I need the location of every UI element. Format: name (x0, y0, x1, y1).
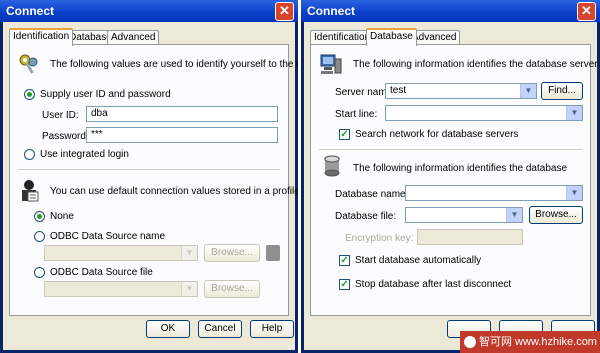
intro-text: The following values are used to identif… (50, 59, 298, 70)
userid-input[interactable]: dba (86, 106, 278, 122)
integrated-login-label: Use integrated login (40, 149, 129, 160)
database-icon (324, 155, 340, 177)
search-network-label: Search network for database servers (355, 129, 519, 140)
server-icon (320, 54, 342, 74)
search-network-checkbox[interactable]: ✓ (339, 129, 350, 140)
profile-icon (22, 180, 39, 202)
watermark-banner: 智可网 www.hzhike.com (460, 331, 600, 353)
start-auto-checkbox[interactable]: ✓ (339, 255, 350, 266)
help-button[interactable]: Help (250, 320, 294, 338)
tab-identification[interactable]: Identification (310, 30, 375, 45)
watermark-logo-icon (464, 336, 476, 349)
tab-panel: The following information identifies the… (310, 44, 598, 316)
dialog-client: Identification Database Advanced The fol… (304, 22, 598, 350)
odbc-name-radio[interactable] (34, 231, 45, 242)
db-file-label: Database file: (335, 211, 397, 222)
browse-odbc-file-button[interactable]: Browse... (204, 280, 260, 298)
dropdown-icon[interactable]: ▼ (566, 106, 582, 120)
dropdown-icon[interactable]: ▼ (181, 282, 197, 296)
start-auto-label: Start database automatically (355, 255, 482, 266)
start-line-combo[interactable]: ▼ (385, 105, 583, 121)
tab-panel: The following values are used to identif… (9, 44, 298, 316)
db-name-label: Database name: (335, 189, 409, 200)
server-name-value: test (390, 85, 407, 96)
dialog-client: Identification Database Advanced The fol… (3, 22, 298, 350)
gray-button-icon[interactable] (266, 245, 280, 261)
none-radio[interactable] (34, 211, 45, 222)
tab-advanced[interactable]: Advanced (107, 30, 160, 45)
userid-label: User ID: (42, 110, 79, 121)
watermark-text: 智可网 www.hzhike.com (479, 336, 597, 348)
db-file-combo[interactable]: ▼ (405, 207, 523, 223)
odbc-file-radio[interactable] (34, 267, 45, 278)
odbc-name-combo[interactable]: ▼ (44, 245, 198, 261)
supply-userid-label: Supply user ID and password (40, 89, 171, 100)
find-button[interactable]: Find... (541, 82, 583, 100)
cancel-button[interactable]: Cancel (198, 320, 242, 338)
integrated-login-radio[interactable] (24, 149, 35, 160)
server-name-combo[interactable]: test ▼ (385, 83, 537, 99)
stop-disconnect-checkbox[interactable]: ✓ (339, 279, 350, 290)
password-label: Password: (42, 131, 89, 142)
password-input[interactable]: *** (86, 127, 278, 143)
dialog-title: Connect (307, 4, 355, 18)
ok-button[interactable]: OK (146, 320, 190, 338)
separator (319, 149, 582, 150)
db-name-combo[interactable]: ▼ (405, 185, 583, 201)
close-icon[interactable]: ✕ (275, 2, 294, 21)
encryption-key-label: Encryption key: (345, 233, 414, 244)
dropdown-icon[interactable]: ▼ (181, 246, 197, 260)
tab-database[interactable]: Database (366, 28, 417, 46)
separator (18, 169, 280, 170)
encryption-key-input[interactable] (417, 229, 523, 245)
title-bar: Connect ✕ (0, 0, 298, 22)
keys-icon (19, 54, 38, 74)
odbc-file-combo[interactable]: ▼ (44, 281, 198, 297)
db-intro-text: The following information identifies the… (353, 163, 568, 174)
connect-dialog-database: Connect ✕ Identification Database Advanc… (301, 0, 600, 353)
dropdown-icon[interactable]: ▼ (566, 186, 582, 200)
stop-disconnect-label: Stop database after last disconnect (355, 279, 512, 290)
dropdown-icon[interactable]: ▼ (520, 84, 536, 98)
server-intro-text: The following information identifies the… (353, 59, 598, 70)
tab-identification[interactable]: Identification (9, 28, 74, 46)
browse-db-file-button[interactable]: Browse... (529, 206, 583, 224)
browse-odbc-name-button[interactable]: Browse... (204, 244, 260, 262)
start-line-label: Start line: (335, 109, 378, 120)
odbc-file-label: ODBC Data Source file (50, 267, 153, 278)
supply-userid-radio[interactable] (24, 89, 35, 100)
odbc-name-label: ODBC Data Source name (50, 231, 166, 242)
profile-text: You can use default connection values st… (50, 186, 298, 197)
connect-dialog-identification: Connect ✕ Identification Database Advanc… (0, 0, 298, 353)
close-icon[interactable]: ✕ (577, 2, 596, 21)
none-label: None (50, 211, 74, 222)
title-bar: Connect ✕ (301, 0, 600, 22)
dialog-title: Connect (6, 4, 54, 18)
dropdown-icon[interactable]: ▼ (506, 208, 522, 222)
